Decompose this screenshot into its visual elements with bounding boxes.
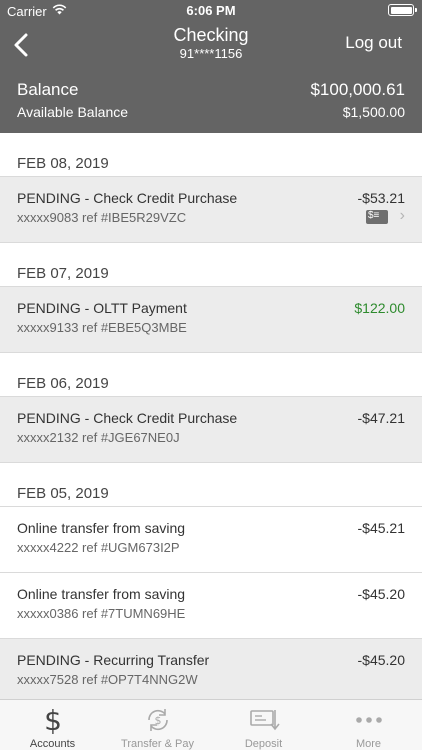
transaction-ref: xxxxx4222 ref #UGM673I2P xyxy=(17,540,180,555)
transaction-ref: xxxxx2132 ref #JGE67NE0J xyxy=(17,430,180,445)
transaction-row[interactable]: PENDING - Check Credit Purchase xxxxx213… xyxy=(0,397,422,463)
tab-accounts[interactable]: $ Accounts xyxy=(0,700,105,750)
transaction-ref: xxxxx7528 ref #OP7T4NNG2W xyxy=(17,672,198,687)
transfer-icon: $ xyxy=(147,709,168,731)
clock: 6:06 PM xyxy=(186,3,236,18)
tab-bar: $ Accounts $ Transfer & Pay Deposit More xyxy=(0,699,422,750)
transaction-title: PENDING - Recurring Transfer xyxy=(17,652,210,668)
transaction-row[interactable]: Online transfer from saving xxxxx4222 re… xyxy=(0,507,422,573)
transaction-ref: xxxxx9083 ref #IBE5R29VZC xyxy=(17,210,187,225)
transaction-amount: -$47.21 xyxy=(357,410,405,426)
battery-icon xyxy=(388,4,417,16)
tab-deposit[interactable]: Deposit xyxy=(211,700,316,750)
transaction-amount: -$45.21 xyxy=(357,520,405,536)
transaction-ref: xxxxx0386 ref #7TUMN69HE xyxy=(17,606,186,621)
date-header: FEB 08, 2019 xyxy=(0,133,422,177)
transaction-title: PENDING - Check Credit Purchase xyxy=(17,410,238,426)
more-dots-icon xyxy=(355,717,382,723)
tab-label: More xyxy=(355,738,382,750)
transaction-list[interactable]: FEB 08, 2019 PENDING - Check Credit Purc… xyxy=(0,133,422,699)
transaction-row[interactable]: PENDING - Check Credit Purchase xxxxx908… xyxy=(0,177,422,243)
date-header: FEB 07, 2019 xyxy=(0,243,422,287)
transaction-row[interactable]: PENDING - Recurring Transfer xxxxx7528 r… xyxy=(0,639,422,699)
transaction-ref: xxxxx9133 ref #EBE5Q3MBE xyxy=(17,320,187,335)
logout-button[interactable]: Log out xyxy=(345,33,402,53)
transaction-title: PENDING - OLTT Payment xyxy=(17,300,187,316)
transaction-amount: $122.00 xyxy=(354,300,405,316)
tab-label: Transfer & Pay xyxy=(121,738,194,750)
date-header: FEB 05, 2019 xyxy=(0,463,422,507)
tab-label: Deposit xyxy=(244,738,283,750)
screen: Carrier 6:06 PM Checking 91****1156 Log … xyxy=(0,0,422,750)
transaction-title: Online transfer from saving xyxy=(17,520,186,536)
transaction-row[interactable]: Online transfer from saving xxxxx0386 re… xyxy=(0,573,422,639)
status-bar: Carrier 6:06 PM xyxy=(0,0,422,22)
transaction-amount: -$45.20 xyxy=(357,652,405,668)
transaction-amount: -$45.20 xyxy=(357,586,405,602)
header: Carrier 6:06 PM Checking 91****1156 Log … xyxy=(0,0,422,133)
transaction-title: Online transfer from saving xyxy=(17,586,186,602)
tab-transfer-pay[interactable]: $ Transfer & Pay xyxy=(105,700,210,750)
transaction-amount: -$53.21 xyxy=(357,190,405,206)
tab-label: Accounts xyxy=(29,738,76,750)
date-header: FEB 06, 2019 xyxy=(0,353,422,397)
svg-text:$: $ xyxy=(154,714,161,727)
available-balance-label: Available Balance xyxy=(17,104,129,120)
balance-label: Balance xyxy=(17,80,79,99)
transaction-row[interactable]: PENDING - OLTT Payment xxxxx9133 ref #EB… xyxy=(0,287,422,353)
chevron-right-icon: › xyxy=(399,207,405,224)
transaction-title: PENDING - Check Credit Purchase xyxy=(17,190,238,206)
balance-value: $100,000.61 xyxy=(310,80,405,99)
dollar-icon: $ xyxy=(44,705,62,735)
tab-more[interactable]: More xyxy=(316,700,421,750)
check-deposit-icon xyxy=(249,710,280,731)
available-balance-value: $1,500.00 xyxy=(342,104,405,120)
svg-text:$: $ xyxy=(44,705,62,735)
check-image-icon[interactable]: $≡ xyxy=(366,210,388,224)
